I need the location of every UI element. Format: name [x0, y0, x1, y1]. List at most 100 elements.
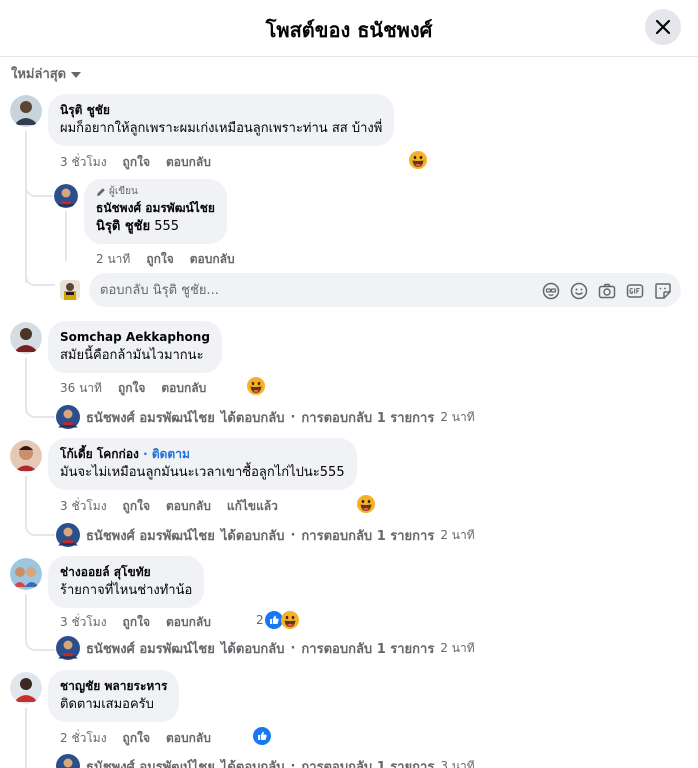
reply-button[interactable]: ตอบกลับ	[166, 613, 211, 632]
avatar[interactable]	[10, 95, 42, 127]
avatar[interactable]	[10, 322, 42, 354]
reply-button[interactable]: ตอบกลับ	[161, 379, 206, 398]
reaction-summary[interactable]	[357, 495, 375, 513]
close-icon	[655, 19, 671, 35]
commenter-name-row: โก้เดี้ย โคกก่อง · ติดตาม	[60, 446, 345, 462]
replier-name: ธนัชพงศ์ อมรพัฒน์ไชย	[86, 410, 215, 426]
dialog-title: โพสต์ของ ธนัชพงศ์	[265, 18, 433, 42]
haha-reaction-icon	[247, 377, 265, 395]
avatar-icon	[10, 322, 42, 354]
sort-label: ใหม่ล่าสุด	[11, 67, 67, 82]
follow-button[interactable]: ติดตาม	[152, 447, 190, 461]
reply-actions: 2 นาที ถูกใจ ตอบกลับ	[96, 250, 235, 269]
comment-bubble: ช่างออยล์ สุโขทัย ร้ายกาจที่ไหนช่างทำน้อ	[48, 556, 205, 608]
avatar-icon	[10, 672, 42, 704]
comment-time[interactable]: 2 ชั่วโมง	[60, 729, 107, 748]
commenter-name[interactable]: ช่างออยล์ สุโขทัย	[60, 564, 192, 580]
comment-bubble: นิรุติ ชูชัย ผมก็อยากให้ลูกเพราะผมเก่งเห…	[48, 94, 395, 146]
avatar-icon	[56, 754, 80, 768]
thread-line	[25, 131, 27, 283]
author-tag-label: ผู้เขียน	[109, 186, 138, 197]
reply-button[interactable]: ตอบกลับ	[190, 250, 235, 269]
like-button[interactable]: ถูกใจ	[123, 497, 150, 516]
reply-avatar[interactable]	[54, 184, 78, 208]
reply-time: 3 นาที	[440, 758, 475, 768]
reply-bubble: ผู้เขียน ธนัชพงศ์ อมรพัฒน์ไชย นิรุติ ชูช…	[84, 179, 227, 244]
sort-dropdown[interactable]: ใหม่ล่าสุด	[11, 63, 82, 84]
view-replies-link[interactable]: ธนัชพงศ์ อมรพัฒน์ไชย ได้ตอบกลับ · การตอบ…	[56, 523, 475, 547]
camera-icon	[598, 283, 615, 298]
reply-count: การตอบกลับ 1 รายการ	[301, 641, 435, 657]
sticker-button[interactable]	[653, 281, 672, 300]
reply-body: 555	[154, 219, 180, 234]
commenter-name[interactable]: โก้เดี้ย โคกก่อง	[60, 447, 139, 461]
reply-connector	[25, 633, 55, 651]
close-button[interactable]	[645, 9, 681, 45]
commenter-name[interactable]: ชาญชัย พลายระหาร	[60, 678, 167, 694]
reaction-summary[interactable]	[247, 377, 265, 395]
comment-time[interactable]: 3 ชั่วโมง	[60, 613, 107, 632]
view-replies-link[interactable]: ธนัชพงศ์ อมรพัฒน์ไชย ได้ตอบกลับ · การตอบ…	[56, 636, 475, 660]
current-user-avatar[interactable]	[60, 280, 80, 300]
like-button[interactable]: ถูกใจ	[123, 613, 150, 632]
reaction-summary[interactable]: 2	[256, 611, 299, 629]
like-button[interactable]: ถูกใจ	[123, 729, 150, 748]
comment-text: ร้ายกาจที่ไหนช่างทำน้อ	[60, 583, 193, 598]
sticker-icon	[654, 282, 671, 299]
reply-connector	[25, 180, 53, 197]
avatar-icon	[10, 440, 42, 472]
comment-text: ติดตามเสมอครับ	[60, 697, 154, 712]
view-replies-link[interactable]: ธนัชพงศ์ อมรพัฒน์ไชย ได้ตอบกลับ · การตอบ…	[56, 405, 475, 429]
emoji-button[interactable]	[569, 281, 588, 300]
edited-label[interactable]: แก้ไขแล้ว	[227, 497, 278, 516]
view-replies-link[interactable]: ธนัชพงศ์ อมรพัฒน์ไชย ได้ตอบกลับ · การตอบ…	[56, 754, 475, 768]
comment-actions: 3 ชั่วโมง ถูกใจ ตอบกลับ แก้ไขแล้ว	[60, 497, 278, 516]
reply-button[interactable]: ตอบกลับ	[166, 497, 211, 516]
reaction-summary[interactable]	[253, 727, 271, 745]
avatar[interactable]	[10, 558, 42, 590]
reply-count: การตอบกลับ 1 รายการ	[301, 528, 435, 544]
avatar-icon	[56, 636, 80, 660]
comment-time[interactable]: 36 นาที	[60, 379, 102, 398]
mention-link[interactable]: นิรุติ ชูชัย	[96, 219, 150, 234]
avatar[interactable]	[10, 672, 42, 704]
reply-time: 2 นาที	[440, 409, 475, 424]
reply-button[interactable]: ตอบกลับ	[166, 729, 211, 748]
thread-line	[25, 476, 27, 521]
comment-actions: 2 ชั่วโมง ถูกใจ ตอบกลับ	[60, 729, 211, 748]
reply-composer	[89, 273, 681, 307]
reply-button[interactable]: ตอบกลับ	[166, 153, 211, 172]
commenter-name[interactable]: Somchap Aekkaphong	[60, 329, 210, 345]
like-button[interactable]: ถูกใจ	[146, 250, 173, 269]
comment-bubble: Somchap Aekkaphong สมัยนี้คือกล้ามันไวมา…	[48, 321, 222, 373]
replier-name: ธนัชพงศ์ อมรพัฒน์ไชย	[86, 641, 215, 657]
reaction-summary[interactable]	[409, 151, 427, 169]
comment-time[interactable]: 3 ชั่วโมง	[60, 497, 107, 516]
separator: ·	[290, 409, 296, 425]
reply-time[interactable]: 2 นาที	[96, 250, 130, 269]
commenter-name[interactable]: นิรุติ ชูชัย	[60, 102, 382, 118]
gif-icon	[626, 283, 643, 298]
avatar-icon	[56, 523, 80, 547]
reply-input[interactable]	[100, 282, 520, 298]
like-button[interactable]: ถูกใจ	[123, 153, 150, 172]
pencil-icon	[97, 188, 105, 196]
avatar-icon	[10, 95, 42, 127]
avatar[interactable]	[10, 440, 42, 472]
follow-separator: ·	[143, 447, 152, 461]
reply-time: 2 นาที	[440, 640, 475, 655]
replied-label: ได้ตอบกลับ	[220, 641, 285, 657]
avatar-icon	[60, 280, 80, 300]
like-button[interactable]: ถูกใจ	[118, 379, 145, 398]
dialog-header: โพสต์ของ ธนัชพงศ์	[0, 0, 698, 57]
replied-label: ได้ตอบกลับ	[220, 759, 285, 768]
photo-button[interactable]	[597, 281, 616, 300]
comment-time[interactable]: 3 ชั่วโมง	[60, 153, 107, 172]
commenter-name[interactable]: ธนัชพงศ์ อมรพัฒน์ไชย	[96, 200, 215, 216]
reaction-count: 2	[256, 613, 264, 627]
separator: ·	[290, 758, 296, 768]
avatar-sticker-button[interactable]	[541, 281, 560, 300]
haha-reaction-icon	[280, 611, 299, 629]
gif-button[interactable]	[625, 281, 644, 300]
reply-count: การตอบกลับ 1 รายการ	[301, 410, 435, 426]
